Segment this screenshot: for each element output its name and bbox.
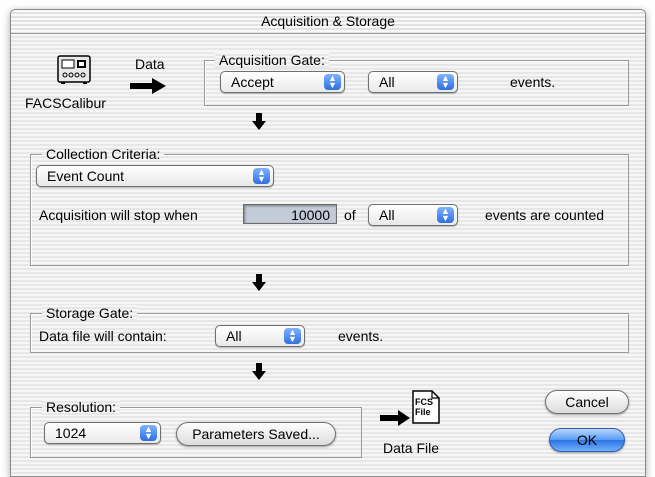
storage-suffix: events. — [338, 328, 384, 344]
stop-condition-label: Acquisition will stop when — [39, 207, 198, 223]
resolution-popup[interactable]: 1024 ▲ ▼ — [44, 422, 161, 444]
data-flow-label: Data — [135, 56, 165, 72]
down-arrow-icon — [252, 363, 266, 380]
of-label: of — [344, 207, 356, 223]
collection-gate-popup[interactable]: All ▲ ▼ — [368, 204, 458, 226]
acquisition-storage-dialog: Acquisition & Storage FACSCalibur Data A… — [10, 9, 646, 477]
down-arrow-icon — [252, 274, 266, 291]
storage-gate-value: All — [226, 328, 242, 344]
popup-arrows-icon: ▲ ▼ — [140, 425, 157, 441]
right-arrow-icon — [380, 410, 410, 426]
data-file-label: Data File — [383, 440, 440, 456]
fcs-file-icon: FCS File — [412, 390, 440, 424]
popup-arrows-icon: ▲ ▼ — [253, 168, 270, 184]
collection-criterion-popup[interactable]: Event Count ▲ ▼ — [36, 165, 274, 187]
storage-prefix: Data file will contain: — [39, 328, 167, 344]
collection-criteria-legend: Collection Criteria: — [42, 146, 165, 162]
resolution-legend: Resolution: — [42, 399, 121, 415]
collection-criterion-value: Event Count — [47, 168, 125, 184]
event-count-field[interactable]: 10000 — [243, 204, 337, 224]
file-icon-text: File — [415, 407, 431, 417]
cancel-button[interactable]: Cancel — [545, 390, 629, 414]
acquisition-mode-value: Accept — [231, 74, 274, 90]
popup-arrows-icon: ▲ ▼ — [324, 74, 341, 90]
collection-gate-value: All — [379, 207, 395, 223]
acquisition-gate-suffix: events. — [510, 74, 556, 90]
right-arrow-icon — [130, 78, 166, 94]
acquisition-gate-popup[interactable]: All ▲ ▼ — [368, 71, 458, 93]
acquisition-mode-popup[interactable]: Accept ▲ ▼ — [220, 71, 345, 93]
window-title: Acquisition & Storage — [11, 10, 645, 34]
parameters-saved-button[interactable]: Parameters Saved... — [176, 422, 336, 446]
acquisition-gate-legend: Acquisition Gate: — [215, 52, 329, 68]
popup-arrows-icon: ▲ ▼ — [437, 74, 454, 90]
instrument-label: FACSCalibur — [25, 95, 106, 111]
popup-arrows-icon: ▲ ▼ — [284, 328, 301, 344]
ok-button[interactable]: OK — [549, 428, 625, 452]
collection-suffix: events are counted — [485, 207, 605, 223]
cytometer-instrument-icon — [57, 55, 91, 84]
resolution-value: 1024 — [55, 425, 87, 441]
down-arrow-icon — [252, 113, 266, 130]
storage-gate-legend: Storage Gate: — [42, 305, 138, 321]
popup-arrows-icon: ▲ ▼ — [437, 207, 454, 223]
storage-gate-popup[interactable]: All ▲ ▼ — [215, 325, 305, 347]
acquisition-gate-value: All — [379, 74, 395, 90]
fcs-icon-text: FCS — [415, 397, 433, 407]
